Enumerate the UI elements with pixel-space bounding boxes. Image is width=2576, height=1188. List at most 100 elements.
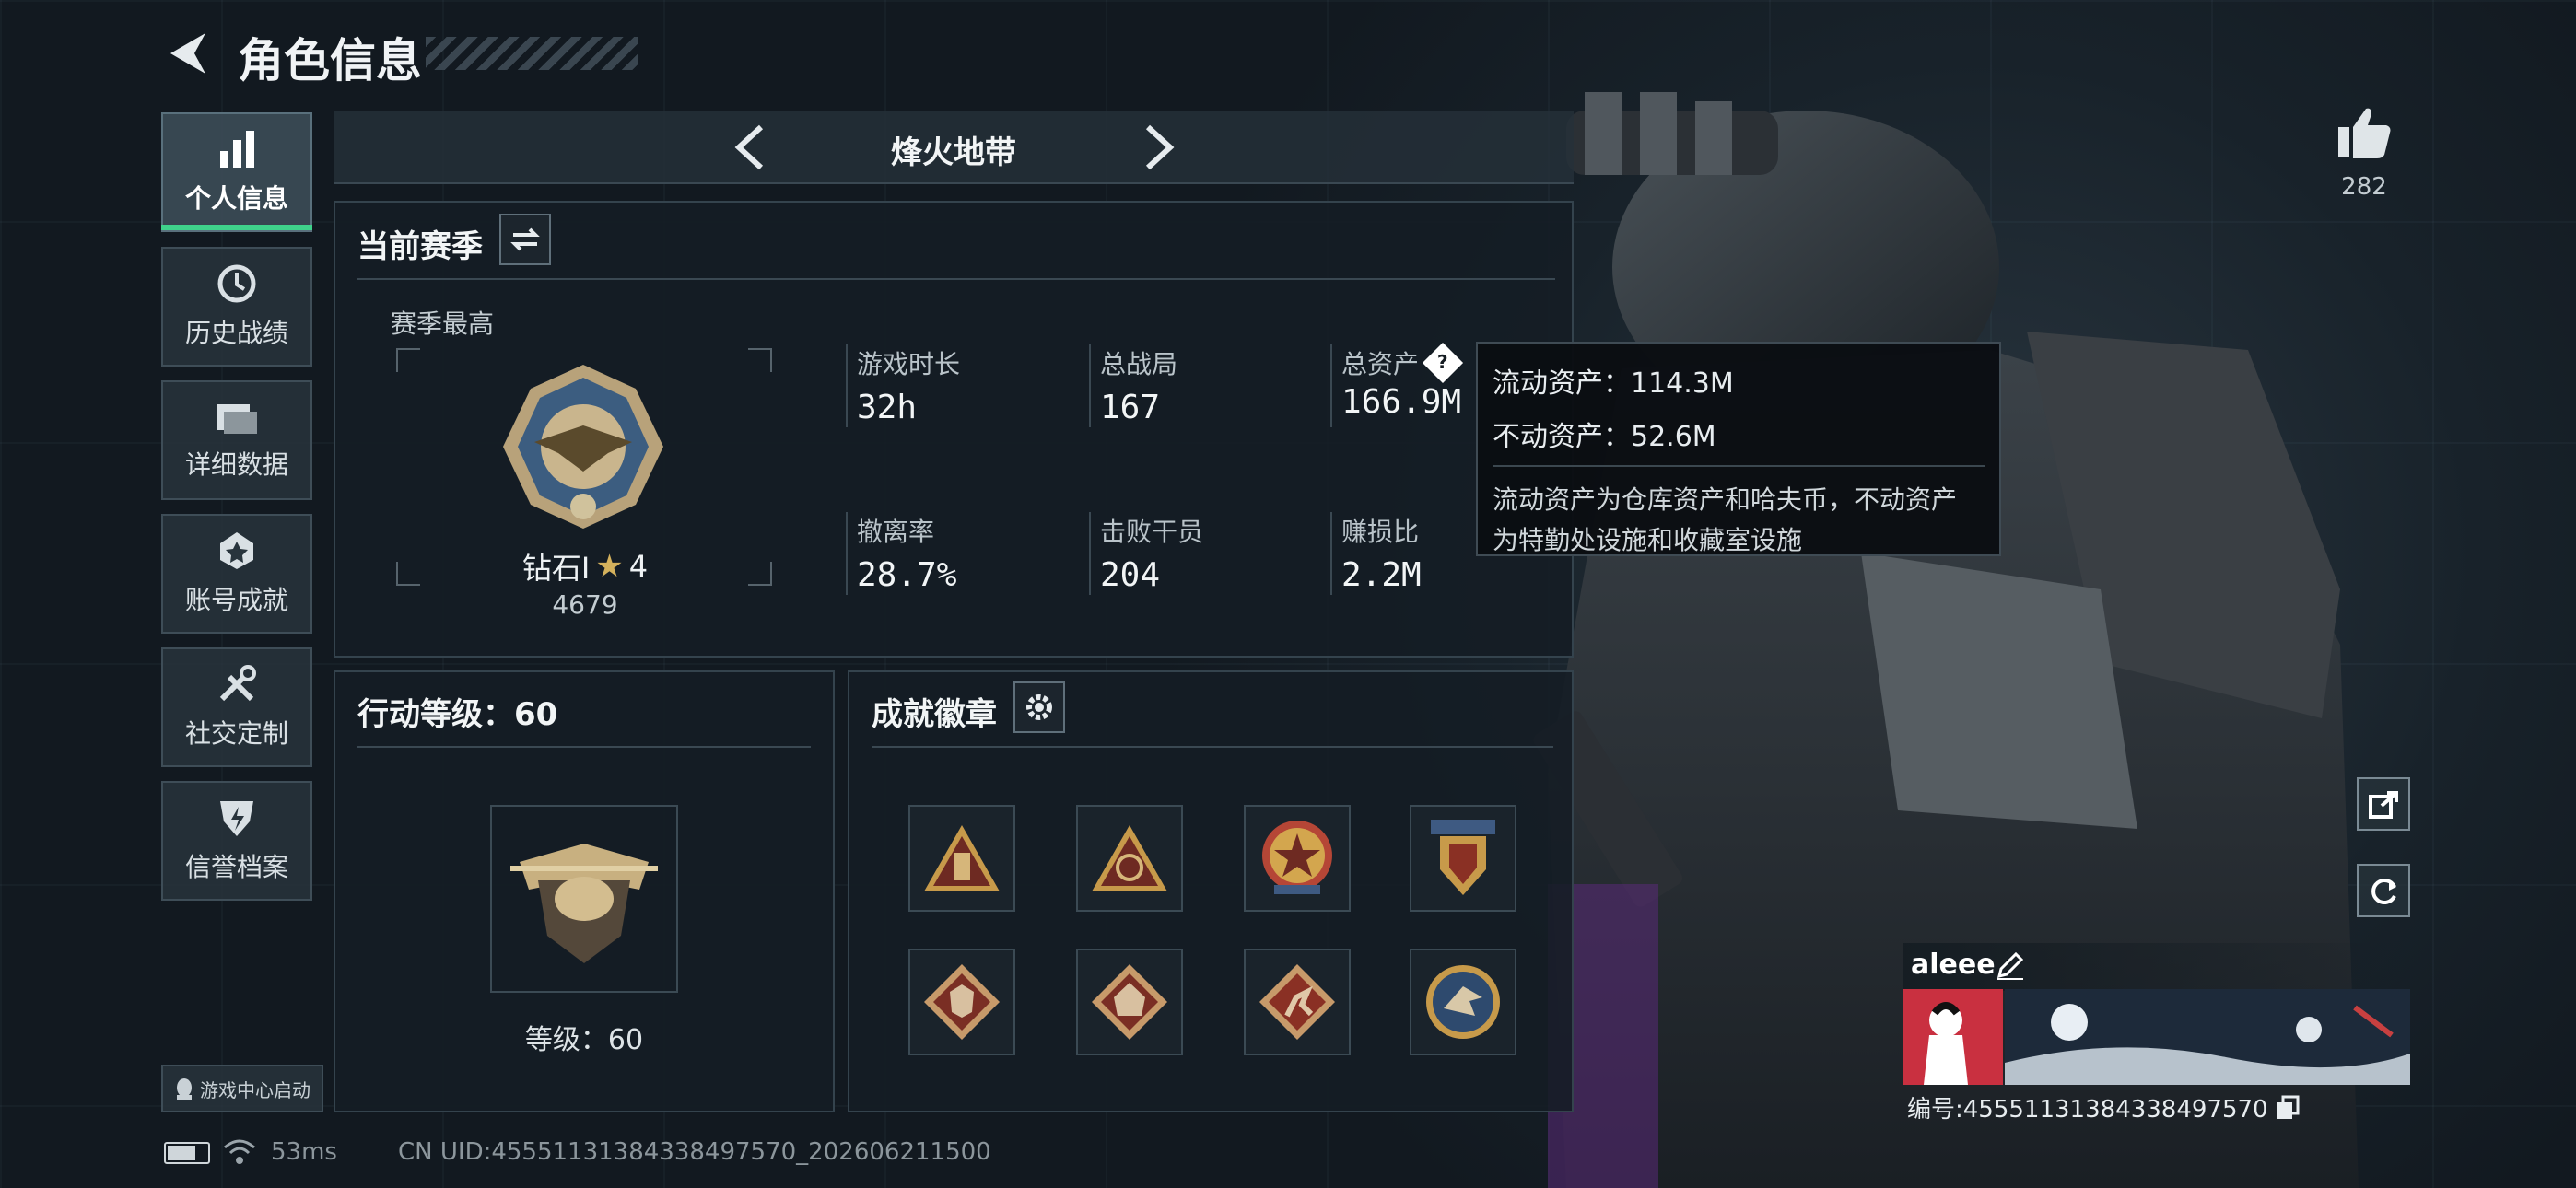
pencil-icon — [1996, 951, 2024, 980]
stat-kills: 击败干员 204 — [1089, 512, 1203, 595]
help-icon[interactable]: ? — [1422, 342, 1464, 384]
stat-total-assets: 总资产 ? 166.9M — [1330, 342, 1464, 427]
sidebar-item-detail-data[interactable]: 详细数据 — [161, 380, 312, 500]
stat-value: 32h — [857, 389, 918, 426]
level-title: 行动等级：60 — [357, 696, 558, 733]
sidebar-item-label: 详细数据 — [184, 449, 288, 480]
star-icon: ★ — [595, 548, 624, 585]
stat-total-matches: 总战局 167 — [1089, 344, 1177, 427]
stat-play-time: 游戏时长 32h — [846, 344, 960, 427]
stat-label: 赚损比 — [1341, 517, 1420, 547]
badge-slot[interactable] — [1410, 805, 1516, 912]
badge-slot[interactable] — [908, 805, 1015, 912]
tooltip-note-line2: 为特勤处设施和收藏室设施 — [1493, 525, 1803, 555]
sidebar-item-label: 账号成就 — [184, 585, 288, 615]
next-mode-button[interactable] — [1135, 120, 1181, 175]
page-title: 角色信息 — [238, 34, 422, 87]
player-id: 编号:4555113138433849757​0 — [1907, 1096, 2268, 1124]
diamond-rank-emblem — [503, 365, 663, 529]
active-indicator — [161, 225, 312, 230]
battery-icon — [164, 1142, 210, 1164]
asset-tooltip: 流动资产：114.3M 不动资产：52.6M 流动资产为仓库资产和哈夫币，不动资… — [1476, 342, 2001, 556]
badge-slot[interactable] — [908, 949, 1015, 1055]
badge-slot[interactable] — [1244, 949, 1351, 1055]
refresh-icon — [2371, 879, 2396, 904]
share-icon — [2369, 791, 2398, 819]
dragon-badge-icon — [1092, 964, 1167, 1040]
like-button[interactable] — [2335, 103, 2394, 162]
sidebar-item-label: 信誉档案 — [184, 852, 288, 882]
rank-name-row: 钻石Ⅰ ★ 4 — [510, 545, 660, 588]
badge-slot[interactable] — [1076, 805, 1183, 912]
stat-extract-rate: 撤离率 28.7% — [846, 512, 956, 595]
wolf-badge-icon — [924, 964, 1000, 1040]
divider — [357, 278, 1555, 280]
prev-mode-button[interactable] — [728, 120, 774, 175]
ping-value: 53ms — [271, 1138, 337, 1166]
ammo-badge-icon — [924, 825, 1000, 891]
achievement-icon — [220, 532, 253, 569]
edit-name-button[interactable] — [1994, 949, 2027, 982]
badge-slot[interactable] — [1410, 949, 1516, 1055]
game-center-launch-button[interactable]: 游戏中心启动 — [161, 1065, 323, 1112]
gear-icon — [1026, 694, 1052, 720]
stat-label: 撤离率 — [857, 517, 935, 547]
back-button[interactable] — [161, 26, 213, 81]
season-best-label: 赛季最高 — [391, 309, 495, 339]
stat-profit-ratio: 赚损比 2.2M — [1330, 512, 1422, 595]
sidebar-item-label: 社交定制 — [184, 718, 288, 749]
wifi-icon — [224, 1139, 255, 1164]
chevron-left-icon — [734, 124, 764, 170]
sidebar-item-personal-info[interactable]: 个人信息 — [161, 112, 312, 232]
tooltip-liquid-assets: 流动资产：114.3M — [1493, 367, 1734, 400]
badge-slot[interactable] — [1244, 805, 1351, 912]
mode-title: 烽火地带 — [891, 134, 1016, 171]
thumbs-up-icon — [2338, 108, 2391, 158]
bar-chart-icon — [220, 131, 254, 168]
game-center-label: 游戏中心启动 — [200, 1078, 310, 1101]
refresh-button[interactable] — [2357, 864, 2410, 917]
avatar[interactable] — [1903, 989, 2003, 1085]
stat-value: 204 — [1100, 556, 1161, 594]
radar-badge-icon — [1092, 825, 1167, 891]
divider — [872, 746, 1553, 748]
cn-uid: CN UID:45551131384338497570_202606211500 — [398, 1138, 991, 1166]
swap-icon — [510, 227, 540, 251]
season-switch-button[interactable] — [499, 214, 551, 265]
stat-value: 166.9M — [1341, 383, 1462, 421]
chevron-right-icon — [1145, 124, 1175, 170]
rank-name: 钻石Ⅰ — [521, 551, 591, 586]
runner-badge-icon — [1259, 964, 1335, 1040]
level-label: 等级：60 — [524, 1024, 644, 1056]
helicopter-level-emblem — [510, 844, 658, 963]
divider — [357, 746, 811, 748]
stat-value: 2.2M — [1341, 556, 1422, 594]
title-decoration — [426, 37, 638, 70]
eagle-badge-icon — [1426, 965, 1500, 1039]
sidebar-item-social[interactable]: 社交定制 — [161, 647, 312, 767]
history-icon — [217, 264, 256, 303]
sidebar-item-history[interactable]: 历史战绩 — [161, 247, 312, 367]
stat-label: 总资产 — [1341, 349, 1420, 379]
back-arrow-icon — [170, 33, 205, 74]
stat-value: 167 — [1100, 389, 1161, 426]
folder-icon — [217, 404, 257, 434]
rank-score: 4679 — [552, 589, 618, 620]
stat-value: 28.7% — [857, 556, 957, 594]
sidebar-item-label: 历史战绩 — [184, 318, 288, 348]
rank-stars: 4 — [628, 549, 649, 584]
badge-slot[interactable] — [1076, 949, 1183, 1055]
shield-icon — [220, 801, 253, 836]
share-button[interactable] — [2357, 777, 2410, 831]
sidebar-item-achievement[interactable]: 账号成就 — [161, 514, 312, 634]
name-card-banner[interactable] — [2005, 989, 2410, 1085]
badge-settings-button[interactable] — [1013, 681, 1065, 733]
stat-label: 总战局 — [1100, 349, 1178, 379]
player-name: aleee — [1911, 949, 1996, 981]
star-badge-icon — [1262, 821, 1332, 894]
tooltip-fixed-assets: 不动资产：52.6M — [1493, 413, 1985, 467]
stat-label: 游戏时长 — [857, 349, 961, 379]
sidebar-item-reputation[interactable]: 信誉档案 — [161, 781, 312, 901]
qq-penguin-icon — [177, 1078, 192, 1100]
copy-icon[interactable] — [2276, 1095, 2300, 1121]
